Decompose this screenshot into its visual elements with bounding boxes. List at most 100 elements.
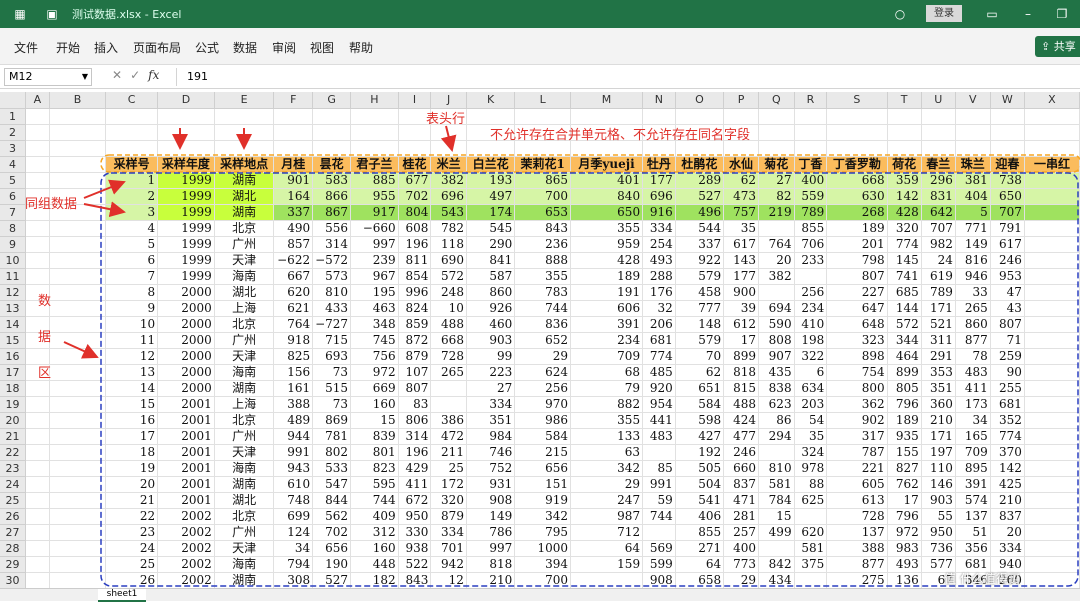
grid-cell[interactable]: 312	[350, 524, 399, 541]
grid-cell[interactable]: 2002	[157, 508, 215, 525]
grid-cell[interactable]: 206	[642, 316, 676, 333]
grid-cell[interactable]: 265	[955, 300, 991, 317]
grid-cell[interactable]: 668	[826, 172, 888, 189]
grid-cell[interactable]: 北京	[214, 316, 275, 333]
grid-cell[interactable]	[1024, 556, 1080, 573]
grid-cell[interactable]: 1000	[514, 540, 571, 557]
grid-cell[interactable]: 816	[955, 252, 991, 269]
grid-cell[interactable]: 986	[514, 412, 571, 429]
grid-cell[interactable]: 543	[430, 204, 467, 221]
grid-cell[interactable]	[1024, 220, 1080, 237]
grid-cell[interactable]	[49, 556, 107, 573]
grid-cell[interactable]: 62	[723, 172, 759, 189]
grid-cell[interactable]: 107	[398, 364, 432, 381]
row-header[interactable]: 24	[0, 476, 26, 493]
grid-cell[interactable]: 400	[794, 172, 828, 189]
grid-cell[interactable]: 802	[312, 444, 352, 461]
grid-cell[interactable]: 茉莉花1	[514, 156, 571, 173]
grid-cell[interactable]	[675, 108, 725, 125]
grid-cell[interactable]: 855	[794, 220, 828, 237]
grid-cell[interactable]: 20	[758, 252, 795, 269]
grid-cell[interactable]: 广州	[214, 524, 275, 541]
grid-cell[interactable]: 17	[887, 492, 922, 509]
grid-cell[interactable]: 323	[826, 332, 888, 349]
tab-formulas[interactable]: 公式	[195, 39, 219, 56]
grid-cell[interactable]: 29	[570, 476, 644, 493]
grid-cell[interactable]: 493	[642, 252, 676, 269]
grid-cell[interactable]: 14	[105, 380, 159, 397]
grid-cell[interactable]: 142	[990, 460, 1025, 477]
row-header[interactable]: 15	[0, 332, 26, 349]
grid-cell[interactable]: 581	[758, 476, 795, 493]
grid-cell[interactable]: 612	[723, 316, 759, 333]
cancel-icon[interactable]: ✕	[112, 68, 122, 82]
grid-cell[interactable]: 533	[312, 460, 352, 477]
grid-cell[interactable]	[642, 444, 676, 461]
grid-cell[interactable]: 865	[514, 172, 571, 189]
grid-cell[interactable]: 314	[398, 428, 432, 445]
grid-cell[interactable]	[49, 380, 107, 397]
grid-cell[interactable]	[312, 140, 352, 157]
grid-cell[interactable]: 5	[955, 204, 991, 221]
grid-cell[interactable]: 901	[273, 172, 314, 189]
grid-cell[interactable]: 997	[350, 236, 399, 253]
column-header-S[interactable]: S	[826, 92, 888, 109]
grid-cell[interactable]	[826, 108, 888, 125]
grid-cell[interactable]: 606	[570, 300, 644, 317]
grid-cell[interactable]: 818	[466, 556, 516, 573]
grid-cell[interactable]: 391	[570, 316, 644, 333]
grid-cell[interactable]: 855	[675, 524, 725, 541]
grid-cell[interactable]: 854	[398, 268, 432, 285]
grid-cell[interactable]: 860	[466, 284, 516, 301]
grid-cell[interactable]	[1024, 252, 1080, 269]
grid-cell[interactable]: 1999	[157, 220, 215, 237]
grid-cell[interactable]: 569	[642, 540, 676, 557]
grid-cell[interactable]: 90	[990, 364, 1025, 381]
grid-cell[interactable]: 653	[514, 204, 571, 221]
grid-cell[interactable]: 877	[955, 332, 991, 349]
grid-cell[interactable]: 43	[990, 300, 1025, 317]
grid-cell[interactable]: 359	[887, 172, 922, 189]
column-header-R[interactable]: R	[794, 92, 828, 109]
grid-cell[interactable]	[49, 332, 107, 349]
grid-cell[interactable]: 433	[312, 300, 352, 317]
grid-cell[interactable]: 652	[514, 332, 571, 349]
grid-cell[interactable]: 672	[398, 492, 432, 509]
grid-cell[interactable]: 573	[312, 268, 352, 285]
grid-cell[interactable]: 815	[723, 380, 759, 397]
grid-cell[interactable]: 669	[350, 380, 399, 397]
grid-cell[interactable]: 月季yueji	[570, 156, 644, 173]
column-header-H[interactable]: H	[350, 92, 399, 109]
grid-cell[interactable]: 2002	[157, 540, 215, 557]
grid-cell[interactable]: 348	[350, 316, 399, 333]
grid-cell[interactable]: 10	[105, 316, 159, 333]
grid-cell[interactable]	[921, 124, 956, 141]
grid-cell[interactable]: 2000	[157, 300, 215, 317]
grid-cell[interactable]	[49, 268, 107, 285]
grid-cell[interactable]	[1024, 572, 1080, 588]
grid-cell[interactable]	[1024, 140, 1080, 157]
grid-cell[interactable]: 844	[312, 492, 352, 509]
grid-cell[interactable]: 334	[642, 220, 676, 237]
grid-cell[interactable]	[49, 428, 107, 445]
grid-cell[interactable]: 2000	[157, 284, 215, 301]
grid-cell[interactable]: 970	[514, 396, 571, 413]
grid-cell[interactable]: 794	[273, 556, 314, 573]
grid-cell[interactable]: 268	[826, 204, 888, 221]
grid-cell[interactable]: 155	[887, 444, 922, 461]
grid-cell[interactable]: 866	[312, 188, 352, 205]
column-header-M[interactable]: M	[570, 92, 644, 109]
grid-cell[interactable]: 997	[466, 540, 516, 557]
grid-cell[interactable]: 173	[955, 396, 991, 413]
grid-cell[interactable]	[49, 396, 107, 413]
grid-cell[interactable]: 320	[430, 492, 467, 509]
grid-cell[interactable]: 624	[514, 364, 571, 381]
grid-cell[interactable]: 291	[921, 348, 956, 365]
grid-cell[interactable]: 681	[642, 332, 676, 349]
grid-cell[interactable]: 63	[570, 444, 644, 461]
grid-cell[interactable]	[214, 124, 275, 141]
grid-cell[interactable]: 409	[350, 508, 399, 525]
grid-cell[interactable]	[642, 524, 676, 541]
grid-cell[interactable]: 85	[642, 460, 676, 477]
grid-cell[interactable]: 982	[921, 236, 956, 253]
